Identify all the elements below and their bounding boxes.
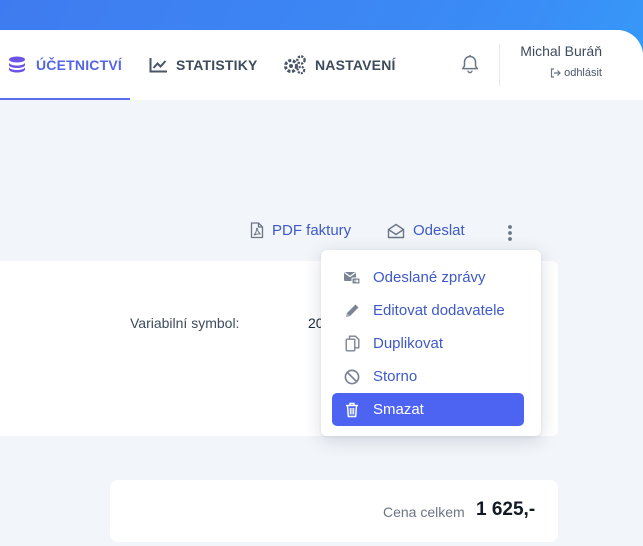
nav-item-statistics[interactable]: STATISTIKY xyxy=(149,30,258,100)
logout-label: odhlásit xyxy=(564,67,602,79)
total-value: 1 625,- xyxy=(476,499,536,520)
menu-item-cancel[interactable]: Storno xyxy=(332,360,524,393)
coins-icon xyxy=(8,56,28,74)
menu-item-duplicate[interactable]: Duplikovat xyxy=(332,327,524,360)
nav-item-label: ÚČETNICTVÍ xyxy=(36,57,122,73)
ban-icon xyxy=(342,369,362,385)
menu-item-label: Smazat xyxy=(373,401,424,418)
nav-item-label: STATISTIKY xyxy=(176,57,258,73)
more-options-menu: Odeslané zprávy Editovat dodavatele Dupl… xyxy=(321,250,541,436)
invoice-actions: PDF faktury Odeslat xyxy=(0,222,643,246)
nav-item-settings[interactable]: NASTAVENÍ xyxy=(283,30,396,100)
pdf-invoice-label: PDF faktury xyxy=(272,222,352,239)
ellipsis-vertical-icon xyxy=(506,224,514,242)
menu-item-label: Duplikovat xyxy=(373,335,444,352)
logout-link[interactable]: odhlásit xyxy=(550,67,602,79)
menu-item-label: Odeslané zprávy xyxy=(373,269,486,286)
pdf-invoice-button[interactable]: PDF faktury xyxy=(250,222,351,239)
bell-icon[interactable] xyxy=(461,54,479,74)
header-divider xyxy=(499,44,500,86)
trash-icon xyxy=(342,402,362,418)
pencil-icon xyxy=(342,303,362,319)
total-label: Cena celkem xyxy=(383,504,465,520)
more-options-button[interactable] xyxy=(506,224,514,242)
menu-item-delete[interactable]: Smazat xyxy=(332,393,524,426)
top-navigation-bar: ÚČETNICTVÍ STATISTIKY NASTAVENÍ Michal B… xyxy=(0,30,643,100)
user-name: Michal Buráň xyxy=(520,43,602,59)
sent-mail-icon xyxy=(342,270,362,286)
nav-item-label: NASTAVENÍ xyxy=(315,57,396,73)
envelope-open-icon xyxy=(387,223,405,239)
send-label: Odeslat xyxy=(413,222,465,239)
gears-icon xyxy=(283,55,307,75)
menu-item-sent-messages[interactable]: Odeslané zprávy xyxy=(332,261,524,294)
sign-out-icon xyxy=(550,68,561,78)
nav-item-accounting[interactable]: ÚČETNICTVÍ xyxy=(0,30,130,100)
variable-symbol-label: Variabilní symbol: xyxy=(130,315,240,331)
send-button[interactable]: Odeslat xyxy=(387,222,465,239)
menu-item-edit-supplier[interactable]: Editovat dodavatele xyxy=(332,294,524,327)
copy-icon xyxy=(342,335,362,352)
menu-item-label: Storno xyxy=(373,368,418,385)
file-pdf-icon xyxy=(250,222,264,239)
chart-line-icon xyxy=(149,57,168,73)
menu-item-label: Editovat dodavatele xyxy=(373,302,505,319)
